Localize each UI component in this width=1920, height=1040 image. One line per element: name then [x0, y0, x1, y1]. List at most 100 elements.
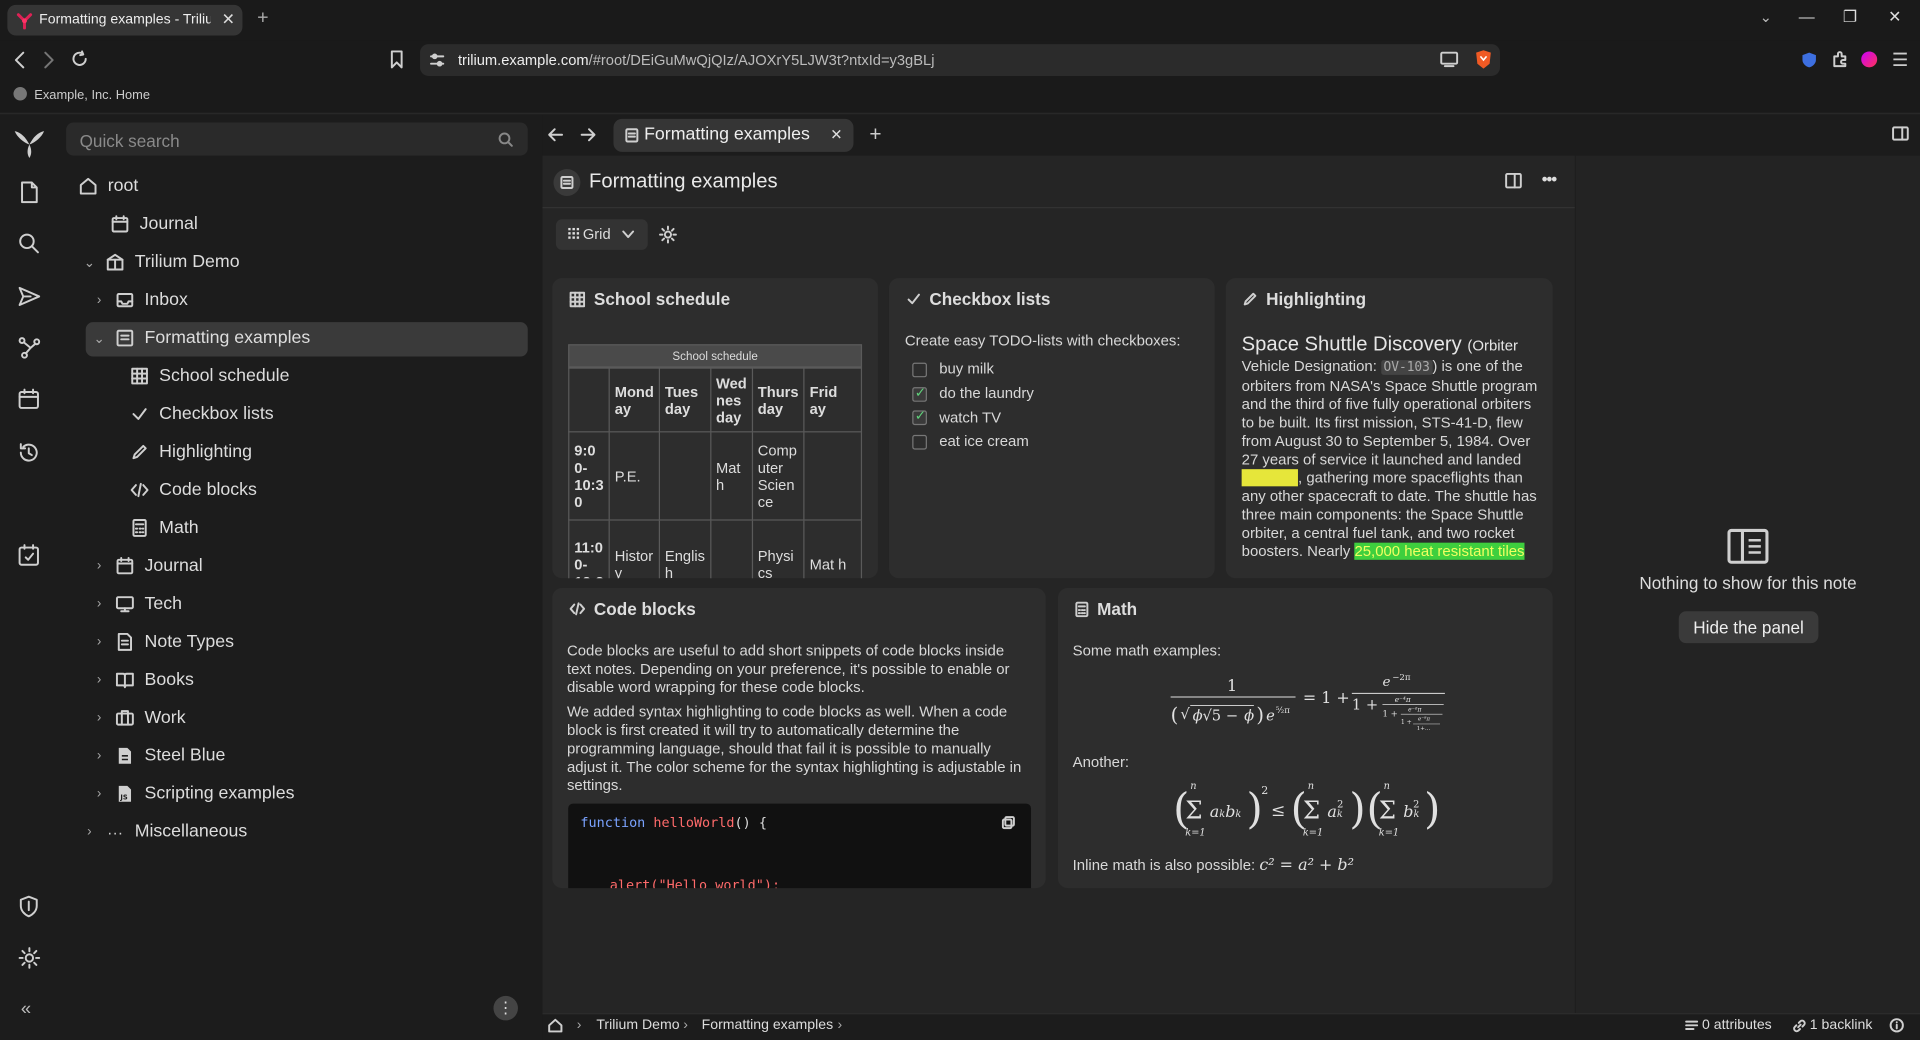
extensions-icon[interactable]	[1831, 50, 1849, 68]
window-close-icon[interactable]: ✕	[1888, 7, 1901, 27]
split-view-icon[interactable]	[1505, 172, 1522, 189]
trilium-logo-icon[interactable]	[12, 127, 46, 159]
recent-changes-icon[interactable]	[18, 442, 39, 463]
chevron-down-icon[interactable]: ⌄	[81, 254, 98, 270]
tab-search-icon[interactable]: ⌄	[1760, 9, 1772, 26]
tree-item-steel-blue[interactable]: › Steel Blue	[91, 739, 226, 773]
tree-item-note-types[interactable]: › Note Types	[91, 625, 234, 659]
tree-item-journal[interactable]: › Journal	[91, 549, 203, 583]
new-note-tab-icon[interactable]: +	[869, 123, 881, 148]
protected-session-icon[interactable]	[18, 895, 39, 918]
view-settings-gear-icon[interactable]	[659, 225, 677, 244]
attributes-count[interactable]: 0 attributes	[1702, 1018, 1772, 1033]
tree-item-work[interactable]: › Work	[91, 701, 186, 735]
svg-text:k=1: k=1	[1379, 827, 1399, 838]
svg-text:): )	[1256, 704, 1264, 727]
card-checkbox-lists[interactable]: Checkbox lists Create easy TODO-lists wi…	[888, 278, 1215, 579]
right-pane-empty-text: Nothing to show for this note	[1639, 573, 1857, 593]
chevron-right-icon[interactable]: ›	[91, 635, 108, 650]
breadcrumb-trilium-demo[interactable]: Trilium Demo	[596, 1018, 679, 1033]
chevron-right-icon[interactable]: ›	[91, 711, 108, 726]
chevron-right-icon[interactable]: ›	[91, 559, 108, 574]
document-icon	[117, 632, 133, 651]
today-note-icon[interactable]	[18, 544, 39, 566]
tree-item-tech[interactable]: › Tech	[91, 587, 182, 621]
quick-search-input[interactable]: Quick search	[80, 131, 180, 151]
card-code-blocks[interactable]: Code blocks Code blocks are useful to ad…	[552, 588, 1046, 889]
back-arrow-icon[interactable]	[12, 51, 27, 69]
search-icon[interactable]	[18, 233, 39, 254]
history-back-icon[interactable]	[547, 127, 564, 142]
collapse-sidebar-icon[interactable]: «	[21, 998, 31, 1019]
inbox-icon	[116, 293, 134, 308]
new-tab-icon[interactable]: +	[257, 7, 268, 29]
tree-item-inbox[interactable]: › Inbox	[91, 283, 188, 317]
chevron-right-icon[interactable]: ›	[91, 748, 108, 763]
tree-item-scripting-examples[interactable]: › JS Scripting examples	[91, 777, 295, 811]
note-menu-icon[interactable]: •••	[1542, 169, 1558, 189]
toggle-right-pane-icon[interactable]	[1892, 126, 1909, 141]
backlinks-count[interactable]: 1 backlink	[1810, 1018, 1873, 1033]
tree-item-highlighting[interactable]: Highlighting	[127, 435, 252, 469]
new-note-icon[interactable]	[20, 181, 40, 204]
svg-text:e⁻⁴π: e⁻⁴π	[1395, 695, 1411, 704]
chevron-right-icon[interactable]: ›	[91, 786, 108, 801]
note-tab-close-icon[interactable]: ✕	[830, 126, 842, 143]
settings-gear-icon[interactable]	[18, 947, 41, 969]
password-manager-icon[interactable]	[1801, 51, 1817, 68]
forward-arrow-icon[interactable]	[42, 51, 57, 69]
code-block[interactable]: function helloWorld() { alert("Hello wor…	[568, 803, 1032, 889]
card-math[interactable]: Math Some math examples: 1 ( √ ϕ √5 − ϕ …	[1057, 588, 1553, 889]
site-settings-icon[interactable]	[430, 53, 445, 68]
cast-icon[interactable]	[1440, 51, 1459, 68]
send-icon[interactable]	[18, 286, 41, 307]
todo-checkbox[interactable]	[912, 362, 927, 378]
breadcrumb-formatting-examples[interactable]: Formatting examples	[702, 1018, 833, 1033]
svg-text:Σ: Σ	[1379, 795, 1396, 824]
tree-item-formatting-examples[interactable]: ⌄ Formatting examples	[91, 321, 311, 355]
card-school-schedule[interactable]: School schedule School schedule Mond ay …	[552, 278, 878, 579]
tree-item-books[interactable]: › Books	[91, 663, 194, 697]
info-icon[interactable]	[1889, 1018, 1904, 1033]
tree-item-trilium-demo[interactable]: ⌄ Trilium Demo	[81, 245, 240, 279]
chevron-right-icon[interactable]: ›	[91, 597, 108, 612]
brave-shield-icon[interactable]	[1474, 49, 1492, 70]
tree-item-journal-top[interactable]: Journal	[108, 207, 198, 241]
restore-icon[interactable]: ❐	[1843, 7, 1857, 27]
table-icon	[569, 291, 586, 307]
tab-close-icon[interactable]: ✕	[222, 10, 235, 30]
chevron-right-icon[interactable]: ›	[91, 293, 108, 308]
highlighting-card-body: Space Shuttle Discovery (Orbiter Vehicle…	[1241, 332, 1540, 561]
todo-checkbox[interactable]	[912, 434, 927, 450]
hide-panel-button[interactable]: Hide the panel	[1678, 611, 1819, 644]
todo-checkbox[interactable]	[912, 384, 927, 402]
tree-item-miscellaneous[interactable]: › ··· Miscellaneous	[81, 815, 247, 849]
todo-checkbox[interactable]	[912, 408, 927, 427]
bookmark-example-home[interactable]: Example, Inc. Home	[34, 88, 150, 103]
reload-icon[interactable]	[71, 50, 88, 67]
tree-item-root[interactable]: root	[76, 169, 138, 203]
tree-item-code-blocks[interactable]: Code blocks	[127, 473, 257, 507]
tree-item-checkbox-lists[interactable]: Checkbox lists	[127, 397, 274, 431]
chevron-down-icon[interactable]: ⌄	[91, 330, 108, 346]
note-title[interactable]: Formatting examples	[589, 170, 778, 193]
tree-item-math[interactable]: Math	[127, 511, 199, 545]
chevron-right-icon[interactable]: ›	[81, 824, 98, 839]
card-highlighting[interactable]: Highlighting Space Shuttle Discovery (Or…	[1225, 278, 1553, 579]
profile-avatar-icon[interactable]	[1861, 51, 1878, 68]
minimize-icon[interactable]: —	[1799, 7, 1815, 25]
svg-text:1+…: 1+…	[1417, 726, 1431, 732]
browser-menu-icon[interactable]: ☰	[1892, 49, 1908, 71]
title-divider	[542, 207, 1575, 209]
tree-item-school-schedule[interactable]: School schedule	[127, 359, 289, 393]
history-forward-icon[interactable]	[580, 127, 596, 142]
table-icon	[131, 367, 148, 385]
breadcrumb-home-icon[interactable]	[547, 1018, 563, 1033]
calendar-icon[interactable]	[18, 388, 39, 409]
url-text: trilium.example.com/#root/DEiGuMwQjQIz/A…	[458, 51, 935, 68]
tree-options-icon[interactable]: ⋮	[493, 995, 518, 1021]
copy-code-icon[interactable]	[1001, 816, 1015, 830]
note-map-icon[interactable]	[18, 337, 41, 359]
bookmark-icon[interactable]	[389, 50, 404, 69]
chevron-right-icon[interactable]: ›	[91, 673, 108, 688]
